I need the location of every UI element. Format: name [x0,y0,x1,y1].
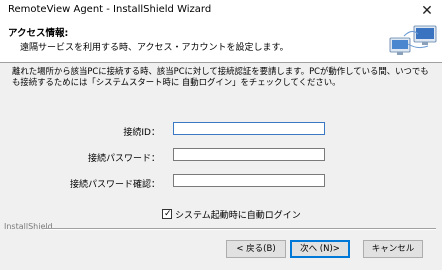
banner-subtitle: 遠隔サービスを利用する時、アクセス・アカウントを設定します。 [20,43,289,53]
connection-id-input[interactable] [174,123,324,134]
password-confirm-field[interactable] [173,174,325,187]
auto-login-checkbox[interactable]: ✓ [162,209,172,219]
description-text: 離れた場所から該当PCに接続する時、該当PCに対して接続認証を要請します。PCが… [12,66,430,88]
description-line: 離れた場所から該当PCに接続する時、該当PCに対して接続認証を要請します。PCが… [12,66,429,76]
cancel-button[interactable]: キャンセル [363,240,423,258]
description-line: も接続するためには「システムスタート時に 自動ログイン」をチェックしてください。 [12,77,341,87]
close-icon[interactable]: ✕ [418,2,436,20]
checkmark-icon: ✓ [164,209,172,219]
connection-id-label: 接続ID： [123,128,160,138]
window-title: RemoteView Agent - InstallShield Wizard [8,4,212,15]
password-field[interactable] [173,148,325,161]
back-button[interactable]: < 戻る(B) [226,240,286,258]
title-bar: RemoteView Agent - InstallShield Wizard … [0,0,442,23]
connection-id-field[interactable] [173,122,325,135]
password-label: 接続パスワード： [87,154,160,164]
banner-heading: アクセス情報: [8,28,69,39]
auto-login-label[interactable]: システム起動時に自動ログイン [175,208,301,221]
next-button[interactable]: 次へ (N)> [290,240,350,258]
computers-network-icon [389,25,437,55]
header-banner: アクセス情報: 遠隔サービスを利用する時、アクセス・アカウントを設定します。 [0,22,442,63]
password-confirm-input[interactable] [174,175,324,186]
footer-divider [44,228,436,230]
password-confirm-label: 接続パスワード確認： [69,180,160,190]
password-input[interactable] [174,149,324,160]
